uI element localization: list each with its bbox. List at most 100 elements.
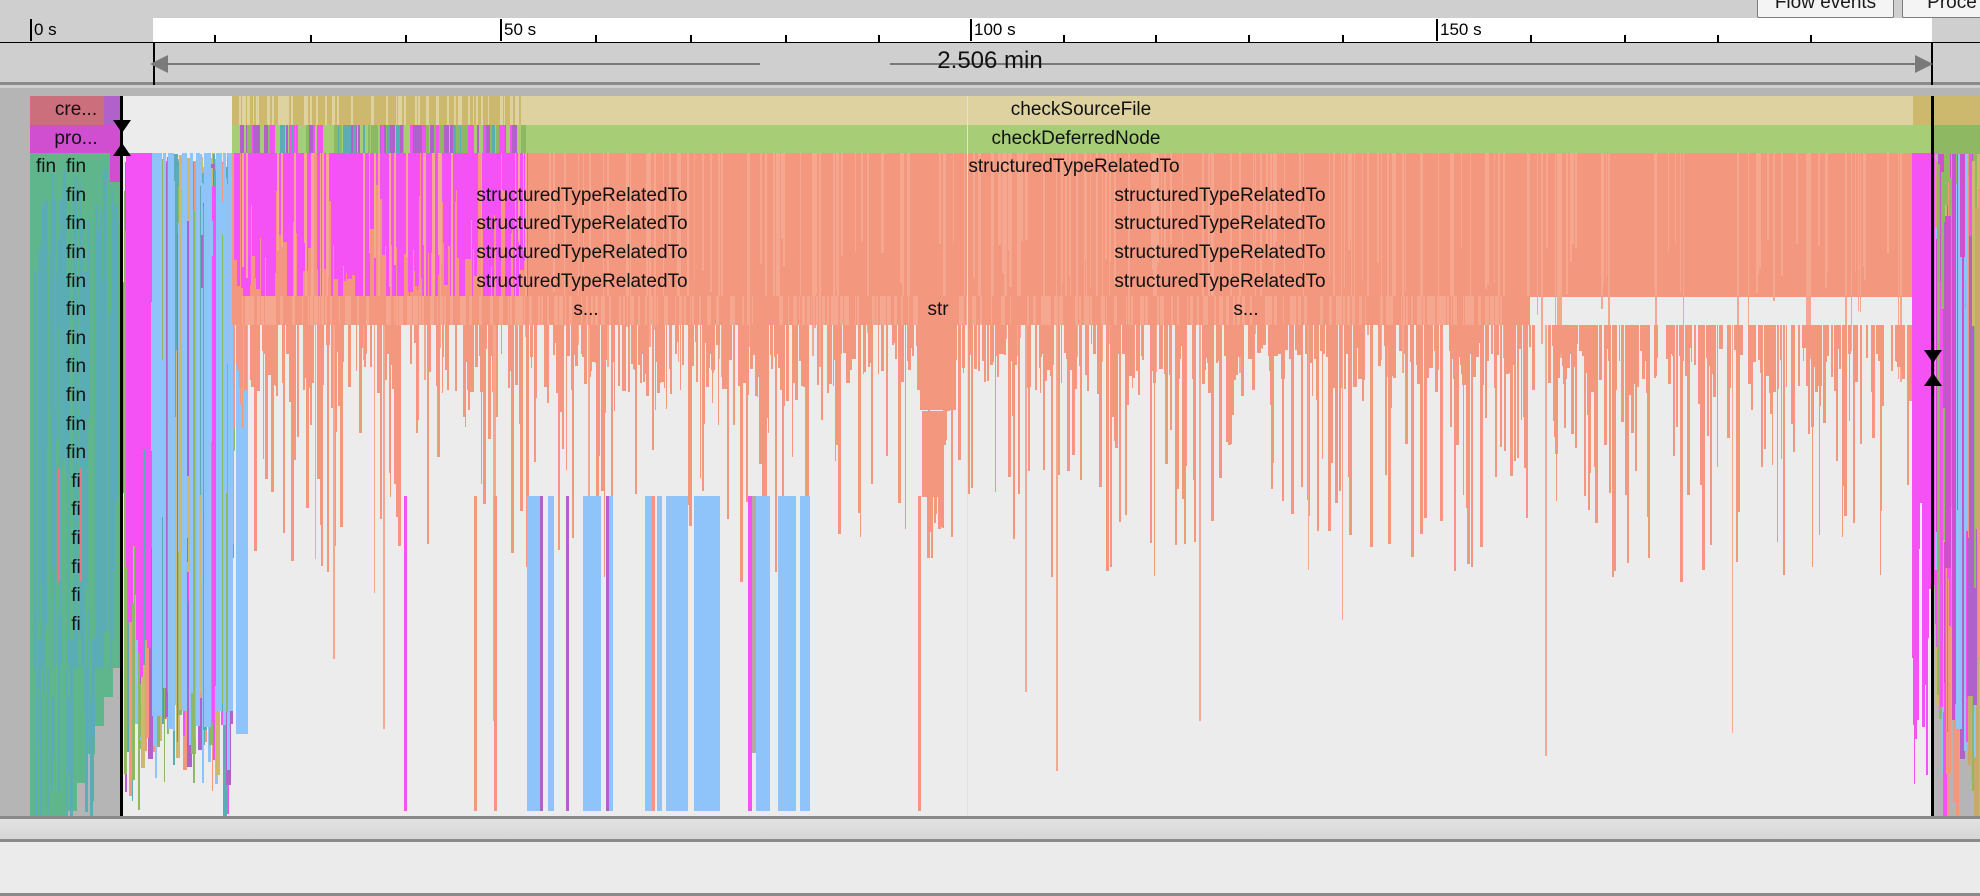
grass-stripe-dense[interactable] [638, 325, 641, 345]
row7-seam[interactable] [412, 296, 415, 325]
frame-label-deep-1[interactable]: structuredTypeRelatedTo [1070, 182, 1370, 211]
grass-stripe-dense[interactable] [1052, 325, 1055, 366]
grass-stripe-dense[interactable] [1233, 325, 1237, 381]
grass-stripe-dense[interactable] [795, 325, 799, 368]
grass-stripe[interactable] [1183, 325, 1186, 545]
row7-seam[interactable] [388, 296, 391, 325]
grass-stripe[interactable] [323, 325, 325, 386]
row7-seam[interactable] [1499, 296, 1502, 325]
str-spike-tail[interactable] [933, 468, 937, 498]
grass-stripe[interactable] [1224, 325, 1228, 356]
left-fin-label-16[interactable]: fi [54, 582, 98, 611]
grass-stripe-dense[interactable] [915, 325, 918, 346]
grass-stripe[interactable] [681, 325, 684, 366]
row7-seam[interactable] [1423, 296, 1425, 325]
row7-seam[interactable] [751, 296, 754, 325]
grass-stripe-dense[interactable] [1398, 325, 1402, 352]
grass-stripe[interactable] [1404, 325, 1407, 354]
grass-stripe[interactable] [977, 325, 980, 372]
grass-stripe-dense[interactable] [1683, 325, 1685, 362]
row7-seam[interactable] [394, 296, 396, 325]
grass-stripe-dense[interactable] [712, 325, 714, 374]
row7-seam[interactable] [395, 296, 399, 325]
grass-stripe-dense[interactable] [687, 325, 689, 373]
grass-stripe-dense[interactable] [1480, 325, 1484, 385]
low-salmon-column[interactable] [494, 496, 497, 811]
low-blue-column[interactable] [666, 496, 688, 811]
grass-stripe-dense[interactable] [348, 325, 351, 371]
grass-stripe[interactable] [732, 325, 735, 426]
playhead-right-line[interactable] [1931, 96, 1934, 816]
grass-stripe-dense[interactable] [1158, 325, 1161, 369]
grass-stripe[interactable] [1798, 325, 1801, 387]
grass-stripe[interactable] [293, 325, 297, 460]
str-spike-tail[interactable] [927, 468, 931, 547]
grass-stripe-dense[interactable] [1203, 325, 1206, 370]
grass-stripe-dense[interactable] [436, 325, 441, 355]
grass-stripe-dense[interactable] [268, 325, 272, 376]
grass-stripe-dense[interactable] [376, 325, 380, 393]
grass-stripe-dense[interactable] [274, 325, 278, 363]
row7-seam[interactable] [244, 296, 246, 325]
grass-stripe-dense[interactable] [1000, 325, 1005, 354]
row7-seam[interactable] [366, 296, 369, 325]
grass-stripe-dense[interactable] [898, 325, 903, 343]
grass-stripe-dense[interactable] [1362, 325, 1365, 374]
grass-stripe[interactable] [1831, 325, 1834, 378]
grass-stripe-dense[interactable] [694, 325, 698, 343]
grass-stripe-dense[interactable] [1594, 325, 1598, 345]
row7-seam[interactable] [419, 296, 421, 325]
grass-stripe[interactable] [967, 325, 970, 495]
grass-stripe[interactable] [1018, 325, 1021, 494]
grass-stripe[interactable] [664, 325, 666, 389]
grass-stripe[interactable] [863, 325, 866, 373]
row7-seam[interactable] [280, 296, 284, 325]
blue-column[interactable] [190, 153, 193, 694]
grass-stripe[interactable] [1849, 325, 1851, 422]
flow-events-button[interactable]: Flow events [1757, 0, 1894, 18]
grass-stripe-dense[interactable] [1434, 325, 1438, 392]
grass-stripe[interactable] [530, 325, 534, 357]
grass-stripe-dense[interactable] [1360, 325, 1362, 353]
grass-stripe-dense[interactable] [469, 325, 472, 370]
row7-seam[interactable] [386, 296, 389, 325]
grass-stripe[interactable] [1114, 325, 1118, 448]
left-fin-label-5[interactable]: fin [54, 268, 98, 297]
row7-seam[interactable] [399, 296, 403, 325]
grass-stripe-dense[interactable] [244, 325, 248, 391]
grass-stripe-dense[interactable] [869, 325, 873, 364]
left-stripe-teal[interactable] [44, 301, 47, 625]
row7-seam[interactable] [325, 296, 327, 325]
grass-stripe-dense[interactable] [1880, 325, 1884, 364]
grass-stripe-dense[interactable] [803, 325, 807, 388]
grass-stripe[interactable] [534, 325, 537, 399]
row7-seam[interactable] [1432, 296, 1436, 325]
grass-stripe-dense[interactable] [742, 325, 744, 391]
grass-stripe-dense[interactable] [1626, 325, 1628, 357]
grass-stripe-dense[interactable] [833, 325, 835, 387]
row7-seam[interactable] [348, 296, 350, 325]
grass-stripe[interactable] [474, 325, 478, 368]
grass-stripe-dense[interactable] [241, 325, 243, 377]
grass-stripe-dense[interactable] [604, 325, 607, 361]
blue-column[interactable] [163, 153, 166, 688]
grass-stripe-dense[interactable] [1472, 325, 1476, 377]
grass-stripe-dense[interactable] [703, 325, 706, 375]
grass-stripe-dense[interactable] [1818, 325, 1823, 386]
grass-stripe-dense[interactable] [1273, 325, 1278, 356]
left-fin-label-13[interactable]: fi [54, 496, 98, 525]
left-fin-label-10[interactable]: fin [54, 411, 98, 440]
grass-stripe-dense[interactable] [462, 325, 466, 351]
grass-stripe[interactable] [410, 325, 413, 364]
grass-stripe[interactable] [1252, 325, 1256, 390]
grass-stripe[interactable] [957, 325, 961, 460]
grass-stripe[interactable] [627, 325, 630, 393]
grass-stripe-dense[interactable] [1532, 325, 1536, 391]
grass-stripe-dense[interactable] [1463, 325, 1466, 381]
frame-label-deep-7[interactable]: structuredTypeRelatedTo [1070, 268, 1370, 297]
right-stripe[interactable] [1952, 181, 1956, 721]
grass-stripe-dense[interactable] [413, 325, 418, 343]
grass-stripe[interactable] [611, 325, 615, 363]
grass-stripe-dense[interactable] [630, 325, 634, 364]
left-stripe-teal[interactable] [36, 668, 38, 816]
